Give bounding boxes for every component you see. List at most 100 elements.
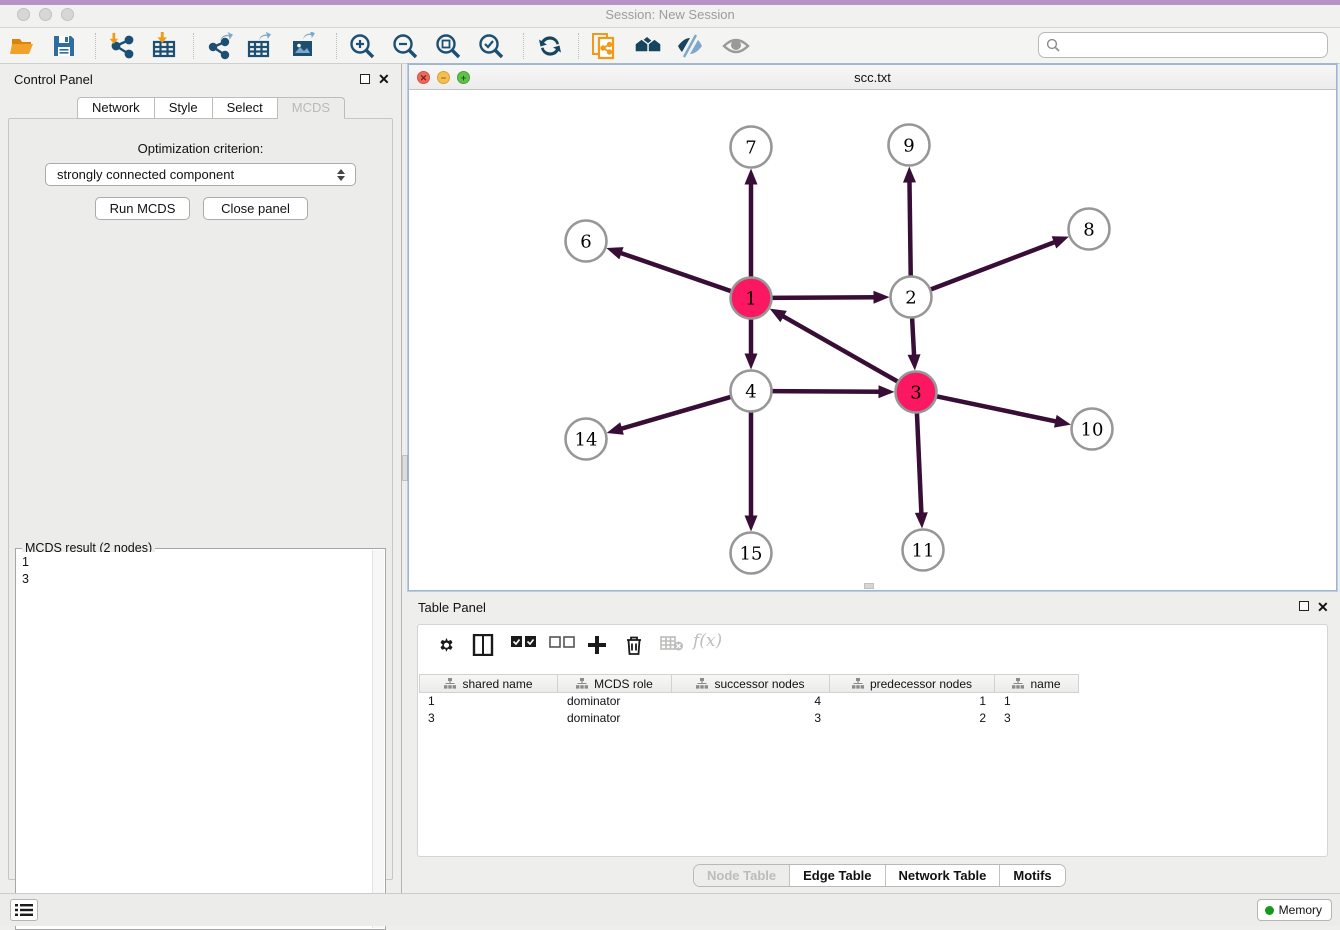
edge-4-3[interactable] [769, 391, 883, 392]
float-panel-icon[interactable] [360, 74, 370, 84]
deselect-all-checkboxes-icon[interactable] [549, 634, 575, 650]
zoom-in-icon[interactable] [348, 32, 376, 60]
tab-node-table[interactable]: Node Table [694, 865, 789, 886]
arrowhead-1-6 [606, 247, 623, 259]
edge-1-6[interactable] [617, 252, 734, 292]
edge-3-1[interactable] [779, 314, 900, 383]
run-mcds-button[interactable]: Run MCDS [95, 197, 190, 220]
table-cell[interactable]: 1 [830, 693, 995, 710]
column-header-label: name [1030, 677, 1060, 691]
edge-2-3[interactable] [912, 315, 914, 359]
network-window-titlebar[interactable]: ✕ − + scc.txt [409, 65, 1336, 90]
delete-table-icon-disabled [660, 634, 684, 652]
eye-icon [722, 32, 750, 60]
tab-network[interactable]: Network [77, 97, 155, 119]
network-canvas[interactable]: 7968124314101511 [409, 90, 1336, 590]
table-body: 1dominator4113dominator323 [419, 693, 1327, 727]
node-label-1: 1 [745, 289, 756, 310]
memory-button[interactable]: Memory [1257, 899, 1332, 921]
export-table-icon[interactable] [246, 32, 274, 60]
toggle-graphics-details-icon[interactable] [676, 32, 704, 60]
search-input[interactable] [1065, 34, 1320, 56]
tab-style[interactable]: Style [155, 97, 213, 119]
float-table-panel-icon[interactable] [1299, 601, 1309, 611]
table-cell[interactable]: dominator [558, 710, 672, 727]
network-scrollbar-thumb[interactable] [864, 583, 874, 589]
tab-edge-table[interactable]: Edge Table [789, 865, 884, 886]
edge-3-11[interactable] [917, 410, 922, 517]
apply-layout-icon[interactable] [536, 32, 564, 60]
column-header-1[interactable]: MCDS role [558, 674, 672, 693]
arrowhead-1-2 [873, 291, 889, 304]
arrowhead-1-4 [745, 354, 758, 370]
table-cell[interactable]: dominator [558, 693, 672, 710]
delete-column-icon[interactable] [624, 634, 644, 656]
zoom-out-icon[interactable] [391, 32, 419, 60]
export-image-icon[interactable] [290, 32, 318, 60]
tab-select[interactable]: Select [213, 97, 278, 119]
mcds-result-text[interactable]: 1 3 [17, 552, 372, 928]
window-title: Session: New Session [0, 7, 1340, 22]
edge-2-9[interactable] [909, 177, 910, 278]
table-cell[interactable]: 4 [672, 693, 830, 710]
column-selector-icon[interactable] [472, 634, 494, 656]
import-network-icon[interactable] [108, 32, 136, 60]
table-panel-title: Table Panel [418, 600, 486, 615]
mcds-result-scrollbar[interactable] [372, 550, 384, 928]
column-header-label: predecessor nodes [870, 677, 972, 691]
arrowhead-3-11 [915, 512, 928, 528]
tab-motifs[interactable]: Motifs [999, 865, 1064, 886]
open-file-icon[interactable] [9, 32, 37, 60]
column-header-label: MCDS role [594, 677, 653, 691]
column-header-4[interactable]: name [995, 674, 1079, 693]
column-header-2[interactable]: successor nodes [672, 674, 830, 693]
column-header-3[interactable]: predecessor nodes [830, 674, 995, 693]
network-graph[interactable]: 7968124314101511 [409, 90, 1336, 590]
node-label-2: 2 [905, 288, 916, 309]
table-cell[interactable]: 1 [995, 693, 1079, 710]
edge-1-2[interactable] [769, 297, 878, 298]
export-network-icon[interactable] [206, 32, 234, 60]
arrowhead-3-10 [1054, 415, 1071, 428]
table-cell[interactable]: 3 [419, 710, 558, 727]
panel-splitter[interactable] [401, 64, 408, 893]
function-builder-icon-disabled: f(x) [693, 631, 722, 651]
zoom-selected-icon[interactable] [477, 32, 505, 60]
clone-network-icon[interactable] [590, 32, 618, 60]
table-row[interactable]: 1dominator411 [419, 693, 1327, 710]
table-cell[interactable]: 3 [672, 710, 830, 727]
edge-3-10[interactable] [934, 396, 1060, 423]
save-session-icon[interactable] [50, 32, 78, 60]
first-neighbors-icon[interactable] [634, 32, 662, 60]
optimization-criterion-dropdown[interactable]: strongly connected component [45, 163, 356, 186]
arrowhead-4-15 [745, 516, 758, 532]
close-panel-icon[interactable]: ✕ [378, 74, 390, 84]
tab-mcds[interactable]: MCDS [278, 97, 345, 119]
close-table-panel-icon[interactable]: ✕ [1317, 602, 1329, 612]
close-panel-button[interactable]: Close panel [203, 197, 308, 220]
add-column-icon[interactable] [586, 634, 608, 656]
arrowhead-1-7 [745, 169, 758, 185]
table-cell[interactable]: 3 [995, 710, 1079, 727]
table-settings-icon[interactable] [434, 634, 456, 656]
tab-network-table[interactable]: Network Table [885, 865, 1000, 886]
window-titlebar: Session: New Session [0, 0, 1340, 28]
task-history-button[interactable] [10, 899, 38, 921]
column-sort-icon [852, 678, 864, 689]
table-cell[interactable]: 1 [419, 693, 558, 710]
control-panel-title: Control Panel [14, 72, 93, 87]
table-row[interactable]: 3dominator323 [419, 710, 1327, 727]
select-all-checkboxes-icon[interactable] [511, 634, 537, 650]
search-box[interactable] [1038, 32, 1328, 58]
memory-label: Memory [1279, 900, 1322, 920]
table-toolbar: f(x) [418, 625, 1327, 666]
column-header-0[interactable]: shared name [419, 674, 558, 693]
edge-4-14[interactable] [617, 396, 733, 430]
node-table[interactable]: shared name MCDS role successor nodes prede… [419, 674, 1327, 727]
import-table-icon[interactable] [150, 32, 178, 60]
table-cell[interactable]: 2 [830, 710, 995, 727]
edge-2-8[interactable] [928, 241, 1058, 291]
zoom-fit-icon[interactable] [434, 32, 462, 60]
search-icon [1046, 38, 1061, 53]
accent-strip [0, 0, 1340, 5]
